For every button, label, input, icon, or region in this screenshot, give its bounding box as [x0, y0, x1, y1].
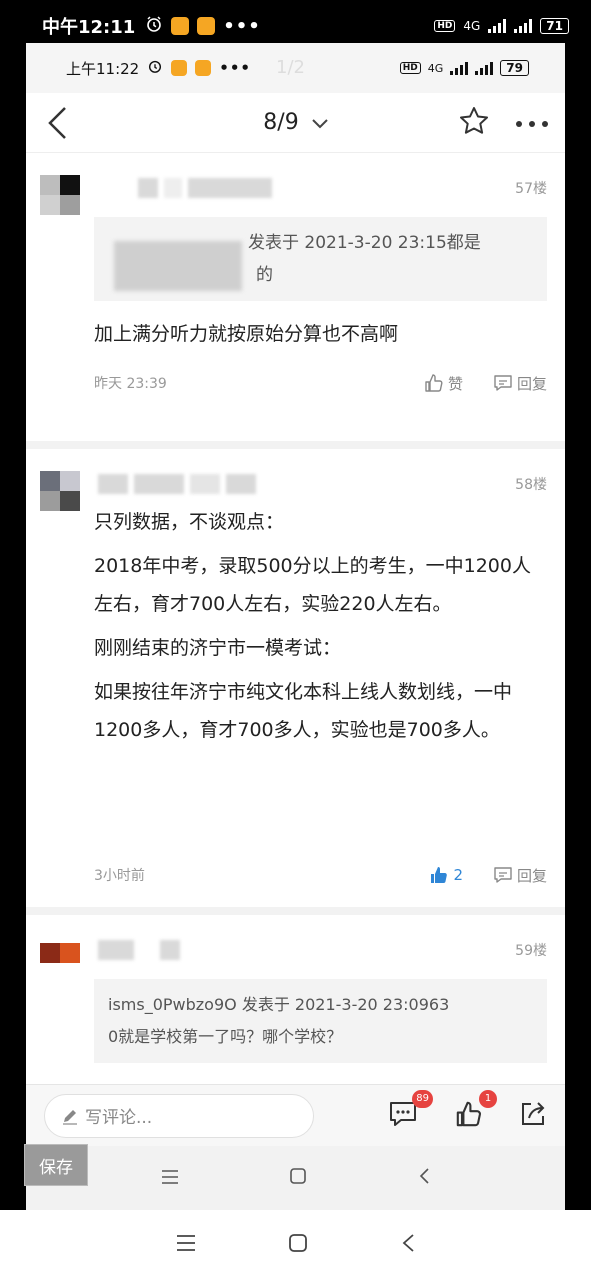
reply-button[interactable]: 回复	[493, 373, 547, 394]
avatar[interactable]	[40, 175, 80, 215]
comments-button[interactable]: 89	[389, 1089, 433, 1132]
hd-icon: HD	[434, 20, 456, 32]
content-paragraph: 加上满分听力就按原始分算也不高啊	[94, 323, 399, 345]
like-button[interactable]: 赞	[424, 373, 463, 394]
inner-system-nav	[26, 1146, 565, 1210]
like-label: 赞	[447, 374, 463, 393]
battery-icon: 71	[540, 18, 569, 34]
redacted-text	[114, 241, 242, 291]
reply-label: 回复	[516, 374, 547, 393]
reply-icon	[494, 867, 512, 883]
reply-button[interactable]: 回复	[493, 865, 547, 886]
comment-toolbar: 写评论... 89 1	[26, 1084, 565, 1146]
share-icon	[522, 1101, 545, 1125]
signal-icon	[450, 61, 469, 75]
menu-icon[interactable]	[161, 1169, 179, 1188]
post-time: 昨天 23:39	[94, 376, 167, 392]
battery-icon: 79	[500, 60, 529, 76]
content-paragraph: 刚刚结束的济宁市一模考试：	[94, 637, 342, 659]
content-paragraph: 只列数据，不谈观点：	[94, 511, 285, 533]
status-time: 中午12:11	[42, 17, 136, 38]
inner-status-bar: 上午11:22 ••• 1/2 HD 4G 79	[26, 43, 565, 93]
thumb-up-icon	[456, 1101, 481, 1126]
post-content: 只列数据，不谈观点： 2018年中考，录取500分以上的考生，一中1200人左右…	[94, 503, 547, 749]
page-title: 8/9	[263, 110, 299, 135]
signal-icon	[488, 19, 507, 33]
content-paragraph: 2018年中考，录取500分以上的考生，一中1200人左右，育才700人左右，实…	[94, 555, 531, 615]
thumb-up-icon	[425, 374, 443, 392]
floor-number: 59楼	[515, 943, 547, 959]
home-icon[interactable]	[288, 1233, 308, 1257]
network-type: 4G	[463, 19, 481, 33]
comment-placeholder: 写评论...	[85, 1108, 153, 1128]
save-button[interactable]: 保存	[24, 1144, 88, 1186]
username-blurred[interactable]	[94, 474, 256, 494]
notification-icon	[171, 60, 188, 76]
like-count-badge: 1	[479, 1089, 497, 1108]
chevron-down-icon	[311, 114, 328, 133]
post-content: 加上满分听力就按原始分算也不高啊	[94, 315, 547, 353]
quoted-reply[interactable]: isms_0Pwbzo9O 发表于 2021-3-20 23:0963 0就是学…	[94, 979, 547, 1063]
back-icon[interactable]	[401, 1233, 415, 1257]
share-button[interactable]	[519, 1100, 547, 1132]
quote-line-1: isms_0Pwbzo9O 发表于 2021-3-20 23:0963	[108, 995, 450, 1014]
post-time: 3小时前	[94, 868, 145, 884]
post-58: 58楼 只列数据，不谈观点： 2018年中考，录取500分以上的考生，一中120…	[26, 449, 565, 915]
notification-icon	[195, 60, 212, 76]
network-type: 4G	[427, 61, 444, 75]
hd-icon: HD	[399, 62, 421, 74]
quoted-reply[interactable]: 发表于 2021-3-20 23:15都是 的	[94, 217, 547, 301]
notification-icon	[197, 17, 216, 35]
pencil-icon	[63, 1109, 77, 1125]
username-blurred[interactable]	[94, 940, 180, 960]
inner-screenshot: 上午11:22 ••• 1/2 HD 4G 79 8/9 57楼 发表于 202…	[26, 43, 565, 1210]
reply-icon	[494, 375, 512, 391]
signal-icon	[514, 19, 533, 33]
avatar[interactable]	[40, 471, 80, 511]
like-button[interactable]: 2	[429, 865, 463, 885]
home-icon[interactable]	[289, 1167, 307, 1189]
signal-icon	[475, 61, 494, 75]
post-57: 57楼 发表于 2021-3-20 23:15都是 的 加上满分听力就按原始分算…	[26, 153, 565, 449]
content-paragraph: 如果按往年济宁市纯文化本科上线人数划线，一中1200多人，育才700多人，实验也…	[94, 681, 513, 741]
more-notifications-icon: •••	[219, 59, 251, 77]
thumb-up-icon	[431, 867, 448, 884]
page-indicator: 1/2	[276, 57, 305, 78]
status-time: 上午11:22	[66, 59, 140, 78]
floor-number: 58楼	[515, 477, 547, 493]
comment-count-badge: 89	[412, 1089, 433, 1108]
like-count: 2	[453, 866, 463, 884]
more-notifications-icon: •••	[223, 15, 261, 37]
comment-input[interactable]: 写评论...	[44, 1093, 314, 1138]
reply-label: 回复	[516, 866, 547, 885]
top-nav: 8/9	[26, 93, 565, 153]
quote-line-2: 0就是学校第一了吗？哪个学校？	[108, 1027, 343, 1046]
outer-system-nav	[0, 1210, 591, 1280]
back-icon[interactable]	[418, 1167, 430, 1189]
alarm-icon	[147, 58, 163, 78]
username-blurred[interactable]	[94, 178, 272, 198]
notification-icon	[171, 17, 190, 35]
alarm-icon	[145, 15, 163, 38]
floor-number: 57楼	[515, 181, 547, 197]
page-selector[interactable]: 8/9	[26, 110, 565, 135]
menu-icon[interactable]	[176, 1235, 196, 1255]
avatar[interactable]	[40, 943, 80, 963]
like-post-button[interactable]: 1	[455, 1089, 497, 1132]
